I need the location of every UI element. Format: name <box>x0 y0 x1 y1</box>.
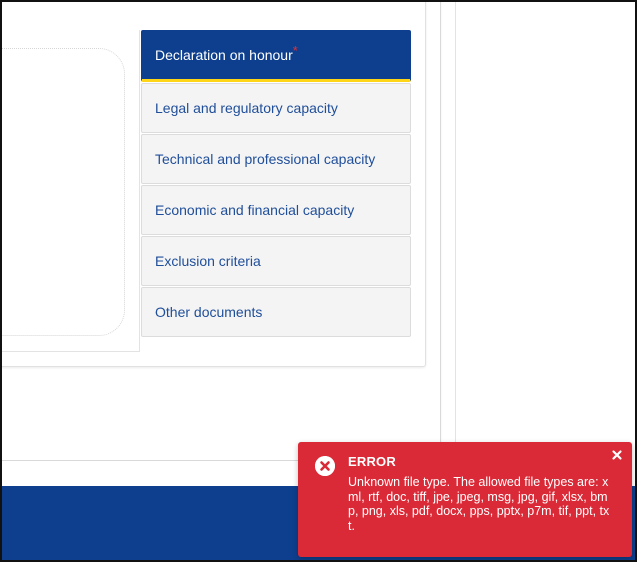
toast-title: ERROR <box>348 454 396 469</box>
tab-label: Technical and professional capacity <box>155 151 376 167</box>
tab-exclusion-criteria[interactable]: Exclusion criteria <box>141 236 411 286</box>
document-tabs: Declaration on honour* Legal and regulat… <box>141 30 411 338</box>
column-divider <box>455 2 456 482</box>
tab-legal-and-regulatory-capacity[interactable]: Legal and regulatory capacity <box>141 83 411 133</box>
tab-label: Legal and regulatory capacity <box>155 100 338 116</box>
screen-frame: Declaration on honour* Legal and regulat… <box>0 0 637 562</box>
upload-drop-zone[interactable] <box>2 48 125 336</box>
tab-label: Declaration on honour <box>155 47 293 63</box>
tab-label: Economic and financial capacity <box>155 202 355 218</box>
toast-message: Unknown file type. The allowed file type… <box>348 475 610 533</box>
tab-label: Exclusion criteria <box>155 253 261 269</box>
tab-economic-and-financial-capacity[interactable]: Economic and financial capacity <box>141 185 411 235</box>
tab-other-documents[interactable]: Other documents <box>141 287 411 337</box>
tab-declaration-on-honour[interactable]: Declaration on honour* <box>141 30 411 82</box>
error-circle-x-icon <box>315 456 335 476</box>
required-marker: * <box>292 43 298 58</box>
error-toast: ERROR Unknown file type. The allowed fil… <box>298 442 632 557</box>
page-area: Declaration on honour* Legal and regulat… <box>2 2 635 560</box>
close-icon[interactable] <box>610 448 624 462</box>
tab-technical-and-professional-capacity[interactable]: Technical and professional capacity <box>141 134 411 184</box>
tab-label: Other documents <box>155 304 263 320</box>
